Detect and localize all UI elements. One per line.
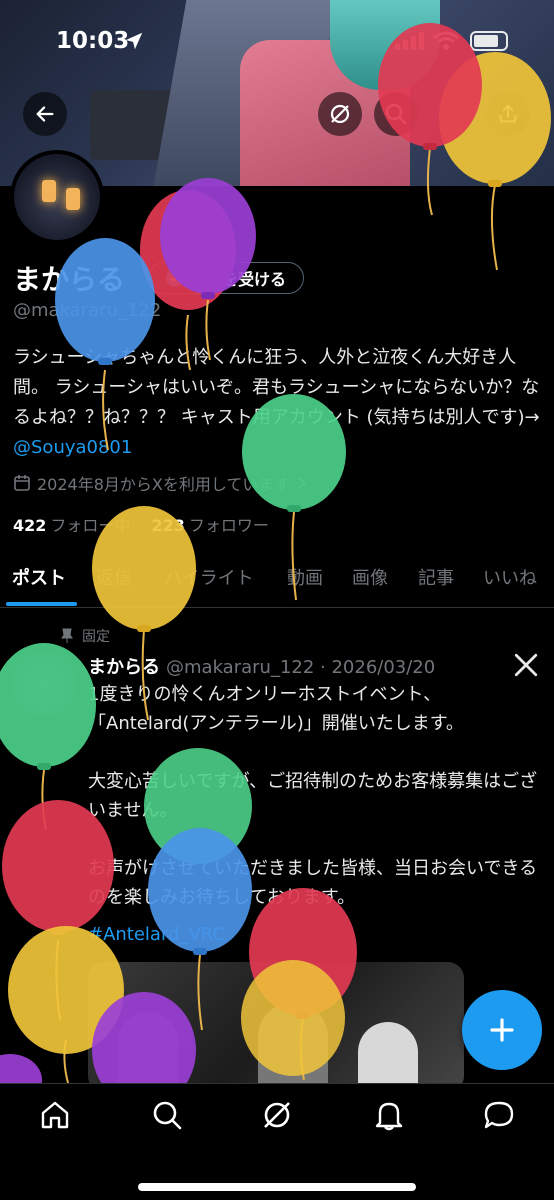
- lantern-shape: [66, 188, 80, 210]
- battery-icon: [470, 31, 508, 51]
- get-verified-button[interactable]: 認証を受ける: [148, 262, 304, 294]
- status-time: 10:03: [56, 28, 130, 54]
- post-image[interactable]: [88, 962, 464, 1092]
- post-avatar[interactable]: [12, 652, 76, 716]
- status-bar: 10:03: [0, 0, 554, 80]
- search-icon[interactable]: [150, 1098, 184, 1132]
- following-count: 422: [13, 516, 47, 535]
- image-figure: [358, 1022, 418, 1092]
- back-button[interactable]: [23, 92, 67, 136]
- compose-post-button[interactable]: [462, 990, 542, 1070]
- post-header: まからる @makararu_122 · 2026/03/20: [88, 653, 435, 679]
- home-indicator: [138, 1183, 416, 1191]
- grok-icon: [330, 104, 350, 124]
- messages-icon[interactable]: [482, 1098, 516, 1132]
- joined-label: 2024年8月からXを利用しています: [37, 475, 291, 494]
- following-label: フォロー中: [50, 516, 131, 535]
- home-icon[interactable]: [38, 1098, 72, 1132]
- profile-handle: @makararu_122: [13, 300, 162, 321]
- active-tab-indicator: [6, 602, 77, 606]
- tab-images[interactable]: 画像: [352, 564, 388, 590]
- post-author[interactable]: まからる: [88, 657, 160, 678]
- follow-stats: 422 フォロー中 223 フォロワー: [13, 512, 269, 536]
- profile-avatar[interactable]: [10, 150, 104, 244]
- notifications-bell-icon[interactable]: [372, 1098, 406, 1132]
- tab-articles[interactable]: 記事: [418, 564, 454, 590]
- search-button[interactable]: [374, 92, 418, 136]
- followers-label: フォロワー: [188, 516, 269, 535]
- grok-button[interactable]: [318, 92, 362, 136]
- x-logo-icon[interactable]: [513, 652, 539, 678]
- plus-icon: [490, 1018, 514, 1042]
- image-figure: [258, 1002, 328, 1092]
- calendar-icon: [14, 475, 30, 491]
- search-icon: [385, 103, 407, 125]
- pinned-indicator: 固定: [60, 626, 110, 646]
- profile-tabs: ポスト 返信 ハイライト 動画 画像 記事 いいね: [0, 556, 554, 608]
- pin-icon: [61, 628, 73, 643]
- bio-text: ラシューシャちゃんと怜くんに狂う、人外と泣夜くん大好き人間。 ラシューシャはいい…: [13, 347, 540, 428]
- image-figure: [118, 1012, 178, 1092]
- share-button[interactable]: [486, 92, 530, 136]
- bio-mention-link[interactable]: @Souya0801: [13, 437, 132, 458]
- joined-date[interactable]: 2024年8月からXを利用しています: [13, 471, 308, 495]
- cellular-signal-icon: [395, 32, 424, 50]
- wifi-icon: [433, 31, 459, 50]
- post-hashtag[interactable]: #Antelard_VRC: [88, 924, 225, 945]
- tab-replies[interactable]: 返信: [96, 564, 132, 590]
- tab-videos[interactable]: 動画: [287, 564, 323, 590]
- followers-count: 223: [151, 516, 185, 535]
- location-arrow-icon: [125, 32, 143, 50]
- grok-icon[interactable]: [260, 1098, 294, 1132]
- tab-posts[interactable]: ポスト: [12, 564, 66, 590]
- followers-link[interactable]: 223 フォロワー: [152, 516, 269, 535]
- lantern-shape: [42, 180, 56, 202]
- back-arrow-icon: [36, 106, 54, 122]
- chevron-right-icon: [298, 477, 307, 489]
- post-meta: @makararu_122 · 2026/03/20: [166, 657, 436, 678]
- display-name: まからる: [13, 263, 126, 296]
- tab-likes[interactable]: いいね: [483, 564, 537, 590]
- share-icon: [499, 104, 517, 123]
- pinned-label: 固定: [82, 629, 110, 645]
- profile-bio: ラシューシャちゃんと怜くんに狂う、人外と泣夜くん大好き人間。 ラシューシャはいい…: [13, 343, 543, 463]
- verified-check-icon: [165, 269, 184, 287]
- post-text: 1度きりの怜くんオンリーホストイベント、 「Antelard(アンテラール)」開…: [88, 684, 538, 908]
- tab-highlights[interactable]: ハイライト: [164, 564, 254, 590]
- get-verified-label: 認証を受ける: [189, 270, 286, 289]
- following-link[interactable]: 422 フォロー中: [13, 516, 130, 535]
